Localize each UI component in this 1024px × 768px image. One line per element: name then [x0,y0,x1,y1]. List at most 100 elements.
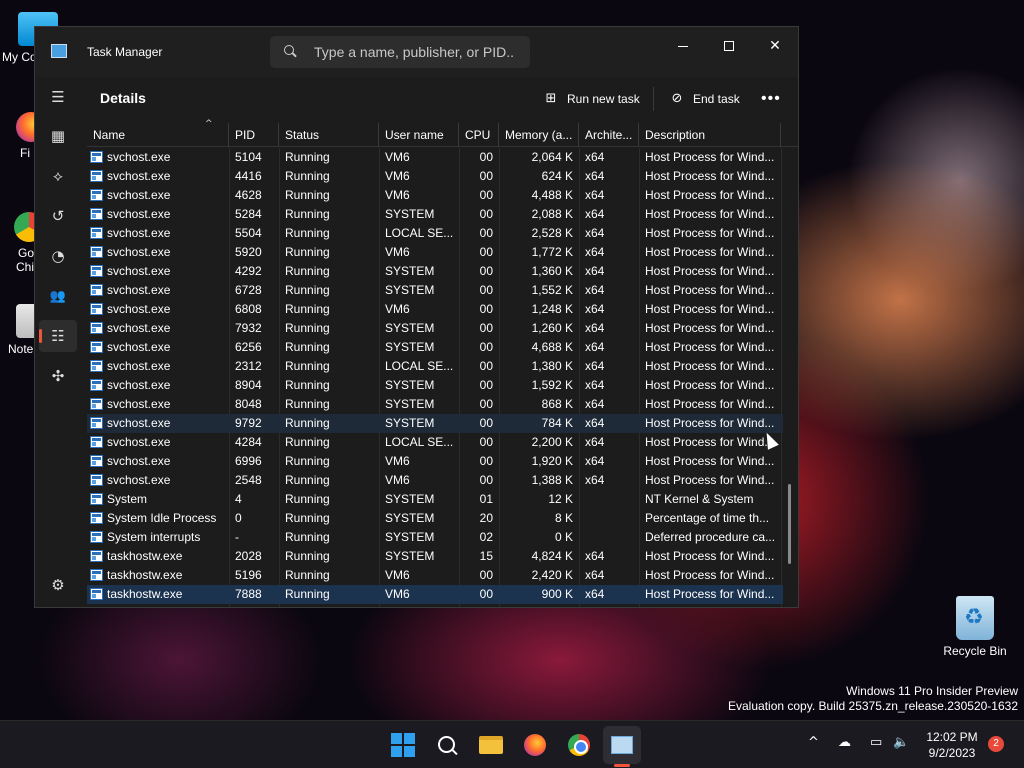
cell-memory: 1,360 K [531,264,573,278]
table-row[interactable]: System 4 Running SYSTEM 01 12 K NT Kernel & Sy… [87,490,783,509]
close-button[interactable]: ✕ [752,31,798,61]
network-tray-button[interactable]: ▭ [870,735,882,750]
table-row[interactable]: svchost.exe 6728 Running SYSTEM 00 1,552 K x64… [87,281,783,300]
cell-description: Host Process for Wind... [645,473,775,487]
cell-description: Host Process for Wind... [645,416,775,430]
start-button[interactable] [389,731,417,759]
end-task-button[interactable]: ⊘ End task [669,87,740,111]
column-header-cpu[interactable]: CPU [459,123,499,147]
column-header-status[interactable]: Status [279,123,379,147]
table-row[interactable]: svchost.exe 4284 Running LOCAL SE... 00 2,200… [87,433,783,452]
table-row[interactable]: taskhostw.exe 2028 Running SYSTEM 15 4,824 K x… [87,547,783,566]
sidebar-item-app-history[interactable]: ↺ [39,200,77,232]
table-row[interactable]: svchost.exe 4292 Running SYSTEM 00 1,360 K x64… [87,262,783,281]
search-box[interactable] [270,36,530,68]
cell-memory: 1,388 K [531,473,573,487]
table-row[interactable]: svchost.exe 9792 Running SYSTEM 00 784 K x64 Ho… [87,414,783,433]
column-header-user-name[interactable]: User name [379,123,459,147]
sidebar-item-services[interactable]: ✣ [39,360,77,392]
folder-icon [479,736,503,754]
table-row[interactable]: System Idle Process 0 Running SYSTEM 20 8 K Pe… [87,509,783,528]
clock-date: 9/2/2023 [928,746,976,760]
table-row[interactable]: svchost.exe 2548 Running VM6 00 1,388 K x64 Hos… [87,471,783,490]
cell-name: svchost.exe [107,435,171,449]
sidebar-item-details[interactable]: ☷ [39,320,77,352]
sidebar-item-settings[interactable]: ⚙ [39,569,77,601]
sidebar-item-users[interactable]: 👥 [39,280,77,312]
taskbar-search-button[interactable] [433,731,461,759]
table-row[interactable]: svchost.exe 4416 Running VM6 00 624 K x64 Host … [87,167,783,186]
table-row[interactable]: svchost.exe 8904 Running SYSTEM 00 1,592 K x64… [87,376,783,395]
sidebar-item-processes[interactable]: ▦ [39,120,77,152]
desktop-icon-recycle-bin[interactable]: Recycle Bin [940,596,1010,658]
cell-description: Host Process for Wind... [645,340,775,354]
tray-overflow-button[interactable]: ^ [808,735,819,750]
hamburger-button[interactable]: ☰ [39,81,77,113]
cell-architecture: x64 [585,245,605,259]
table-row[interactable]: System interrupts - Running SYSTEM 02 0 K Defe… [87,528,783,547]
cell-memory: 0 K [554,530,573,544]
task-manager-window: Task Manager ✕ ☰ ▦ ⟡ ↺ ◔ 👥 ☷ ✣ ⚙ Details… [34,26,799,608]
cell-name: svchost.exe [107,264,171,278]
table-row[interactable]: svchost.exe 5920 Running VM6 00 1,772 K x64 Hos… [87,243,783,262]
table-row[interactable]: svchost.exe 6256 Running SYSTEM 00 4,688 K x64… [87,338,783,357]
cell-pid: 0 [235,511,242,525]
windows-logo-tile [391,746,402,757]
cell-user-name: SYSTEM [385,378,435,392]
cell-pid: 8048 [235,397,262,411]
file-explorer-button[interactable] [477,731,505,759]
volume-tray-button[interactable]: 🔈 [893,735,909,750]
table-row[interactable]: svchost.exe 6808 Running VM6 00 1,248 K x64 Hos… [87,300,783,319]
cell-memory: 2,420 K [531,568,573,582]
table-row[interactable]: svchost.exe 5504 Running LOCAL SE... 00 2,528… [87,224,783,243]
table-row[interactable]: taskhostw.exe 7888 Running VM6 00 900 K x64 Hos… [87,585,783,604]
clock-button[interactable]: 12:02 PM 9/2/2023 [920,729,984,761]
table-row[interactable]: svchost.exe 8048 Running SYSTEM 00 868 K x64 Ho… [87,395,783,414]
notification-badge[interactable]: 2 [988,736,1004,752]
cell-description: Host Process for Wind... [645,188,775,202]
column-header-pid[interactable]: PID [229,123,279,147]
chrome-button[interactable] [565,731,593,759]
cell-pid: 5104 [235,150,262,164]
cell-cpu: 00 [479,245,493,259]
minimize-button[interactable] [660,31,706,61]
cell-user-name: SYSTEM [385,283,435,297]
process-icon [90,170,103,182]
sort-ascending-icon: ^ [205,119,213,129]
search-input[interactable] [314,44,514,60]
table-row[interactable]: svchost.exe 7932 Running SYSTEM 00 1,260 K x64… [87,319,783,338]
column-header-architecture[interactable]: Archite... [579,123,639,147]
process-icon [90,531,103,543]
column-header-description[interactable]: Description [639,123,781,147]
page-title: Details [100,90,146,106]
run-new-task-button[interactable]: ⊞ Run new task [543,87,640,111]
table-row[interactable]: svchost.exe 5104 Running VM6 00 2,064 K x64 Hos… [87,148,783,167]
sidebar-item-performance[interactable]: ⟡ [39,160,77,192]
table-row[interactable]: svchost.exe 2312 Running LOCAL SE... 00 1,380… [87,357,783,376]
services-icon: ✣ [51,367,65,385]
onedrive-tray-button[interactable]: ☁ [838,735,851,750]
table-row[interactable]: taskhostw.exe 5196 Running VM6 00 2,420 K x64 H… [87,566,783,585]
cell-name: svchost.exe [107,169,171,183]
cell-name: System Idle Process [107,511,217,525]
process-icon [90,455,103,467]
cell-description: Host Process for Wind... [645,245,775,259]
task-manager-taskbar-button[interactable] [603,726,641,764]
more-options-button[interactable]: ••• [761,87,781,111]
cell-memory: 868 K [541,397,573,411]
more-icon: ••• [761,90,781,107]
firefox-button[interactable] [521,731,549,759]
table-row[interactable]: svchost.exe 5284 Running SYSTEM 00 2,088 K x64… [87,205,783,224]
title-bar[interactable]: Task Manager ✕ [35,27,798,77]
process-icon [90,341,103,353]
column-header-memory[interactable]: Memory (a... [499,123,579,147]
cell-name: svchost.exe [107,150,171,164]
process-icon [90,512,103,524]
table-row[interactable]: svchost.exe 6996 Running VM6 00 1,920 K x64 Hos… [87,452,783,471]
vertical-scrollbar-thumb[interactable] [788,484,791,564]
maximize-button[interactable] [706,31,752,61]
run-new-task-label: Run new task [567,92,640,106]
table-row[interactable]: svchost.exe 4628 Running VM6 00 4,488 K x64 Hos… [87,186,783,205]
sidebar-item-startup-apps[interactable]: ◔ [39,240,77,272]
task-manager-icon [51,44,67,58]
